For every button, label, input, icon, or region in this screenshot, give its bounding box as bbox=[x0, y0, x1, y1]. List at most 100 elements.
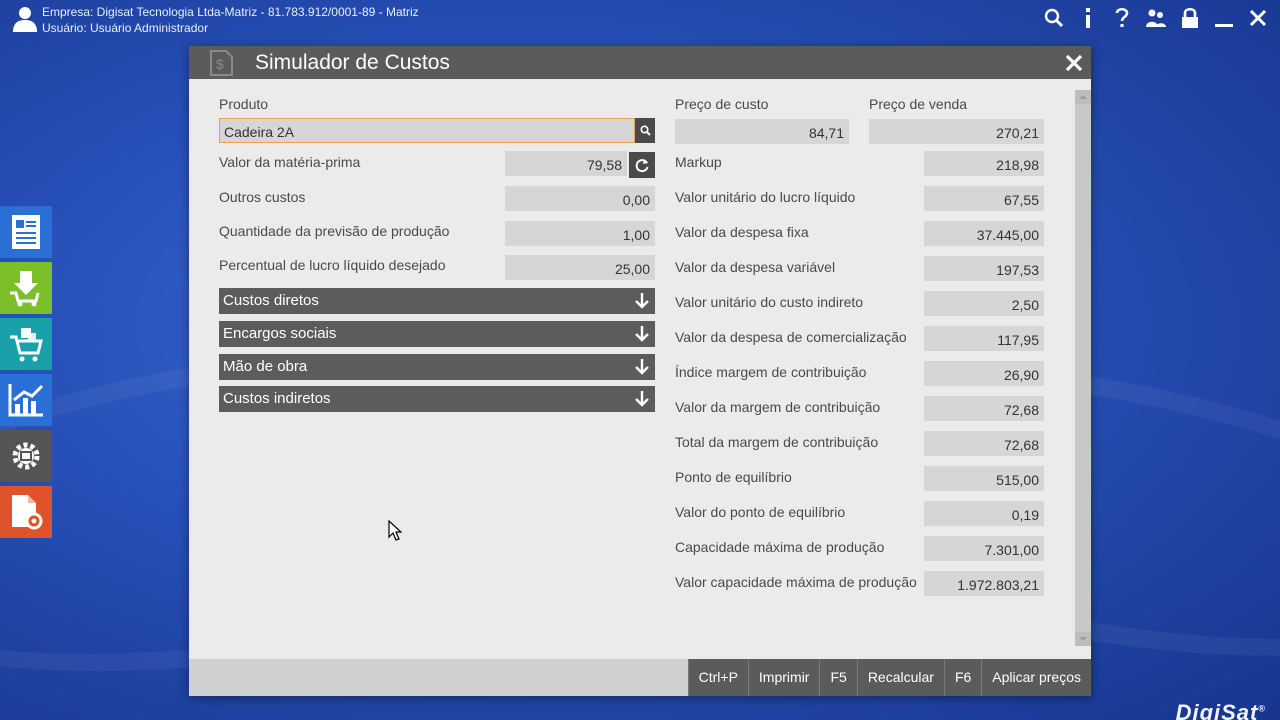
indice-margem-label: Índice margem de contribuição bbox=[675, 364, 867, 380]
brand-text: DigiSat bbox=[1175, 700, 1259, 720]
recalc-button[interactable]: Recalcular bbox=[856, 659, 944, 696]
arrow-down-icon bbox=[635, 326, 649, 342]
download-icon bbox=[10, 271, 40, 307]
lucro-desejado-field[interactable]: 25,00 bbox=[505, 255, 655, 280]
scroll-up-icon[interactable] bbox=[1075, 90, 1091, 104]
users-icon[interactable] bbox=[1142, 4, 1170, 32]
previsao-producao-label: Quantidade da previsão de produção bbox=[219, 223, 450, 239]
despesa-comercializacao-field: 117,95 bbox=[924, 326, 1044, 351]
ponto-equilibrio-label: Ponto de equilíbrio bbox=[675, 469, 792, 485]
lucro-liquido-field: 67,55 bbox=[924, 186, 1044, 211]
previsao-producao-field[interactable]: 1,00 bbox=[505, 221, 655, 246]
section-label: Custos indiretos bbox=[223, 390, 331, 407]
section-encargos-sociais[interactable]: Encargos sociais bbox=[219, 321, 655, 347]
despesa-comercializacao-label: Valor da despesa de comercialização bbox=[675, 329, 907, 345]
despesa-variavel-field: 197,53 bbox=[924, 256, 1044, 281]
capacidade-maxima-label: Capacidade máxima de produção bbox=[675, 539, 885, 555]
print-shortcut[interactable]: Ctrl+P bbox=[687, 659, 748, 696]
arrow-down-icon bbox=[635, 359, 649, 375]
preco-custo-label: Preço de custo bbox=[675, 96, 769, 112]
section-label: Custos diretos bbox=[223, 292, 319, 309]
window-titlebar: $ Simulador de Custos bbox=[189, 46, 1091, 79]
download-tile[interactable] bbox=[0, 262, 52, 314]
valor-capacidade-maxima-field: 1.972.803,21 bbox=[924, 571, 1044, 596]
section-mao-de-obra[interactable]: Mão de obra bbox=[219, 354, 655, 380]
company-info: Empresa: Digisat Tecnologia Ltda-Matriz … bbox=[42, 4, 419, 36]
mouse-cursor-icon bbox=[388, 520, 402, 541]
print-button[interactable]: Imprimir bbox=[747, 659, 820, 696]
vertical-scrollbar[interactable] bbox=[1075, 90, 1091, 646]
despesa-fixa-field: 37.445,00 bbox=[924, 221, 1044, 246]
produto-search-button[interactable] bbox=[635, 118, 655, 143]
capacidade-maxima-field: 7.301,00 bbox=[924, 536, 1044, 561]
user-icon bbox=[13, 7, 37, 32]
brand-logo: DigiSat® bbox=[1176, 700, 1266, 720]
total-margem-label: Total da margem de contribuição bbox=[675, 434, 879, 450]
outros-custos-label: Outros custos bbox=[219, 189, 306, 205]
refresh-icon bbox=[635, 159, 649, 173]
settings-gear-icon bbox=[12, 442, 40, 470]
section-label: Encargos sociais bbox=[223, 325, 337, 342]
markup-field: 218,98 bbox=[924, 151, 1044, 176]
window-close-icon[interactable] bbox=[1061, 50, 1087, 76]
produto-input[interactable]: Cadeira 2A bbox=[219, 118, 635, 143]
settings-tile[interactable] bbox=[0, 430, 52, 482]
document-tile[interactable] bbox=[0, 206, 52, 258]
valor-capacidade-maxima-label: Valor capacidade máxima de produção bbox=[675, 574, 917, 590]
side-launcher bbox=[0, 206, 52, 542]
footer-actions: Ctrl+P Imprimir F5 Recalcular F6 Aplicar… bbox=[687, 659, 1091, 696]
help-icon[interactable] bbox=[1108, 4, 1136, 32]
search-icon bbox=[639, 125, 651, 136]
produto-label: Produto bbox=[219, 96, 269, 112]
preco-venda-field: 270,21 bbox=[869, 119, 1044, 144]
file-settings-icon bbox=[12, 495, 43, 530]
lock-icon[interactable] bbox=[1176, 4, 1204, 32]
cart-icon bbox=[10, 328, 43, 362]
svg-text:$: $ bbox=[216, 56, 224, 72]
apply-prices-button[interactable]: Aplicar preços bbox=[981, 659, 1091, 696]
recalc-shortcut[interactable]: F5 bbox=[819, 659, 857, 696]
close-icon[interactable] bbox=[1244, 4, 1272, 32]
ponto-equilibrio-field: 515,00 bbox=[924, 466, 1044, 491]
minimize-icon[interactable] bbox=[1210, 4, 1238, 32]
custo-indireto-label: Valor unitário do custo indireto bbox=[675, 294, 864, 310]
markup-label: Markup bbox=[675, 154, 722, 170]
file-settings-tile[interactable] bbox=[0, 486, 52, 538]
section-label: Mão de obra bbox=[223, 358, 308, 375]
outros-custos-field[interactable]: 0,00 bbox=[505, 186, 655, 211]
window-title: Simulador de Custos bbox=[255, 51, 450, 74]
section-custos-indiretos[interactable]: Custos indiretos bbox=[219, 386, 655, 412]
refresh-button[interactable] bbox=[629, 152, 655, 178]
top-bar: Empresa: Digisat Tecnologia Ltda-Matriz … bbox=[0, 0, 1280, 40]
cost-simulator-window: $ Simulador de Custos Produto Cadeira 2A… bbox=[189, 46, 1091, 696]
lucro-desejado-label: Percentual de lucro líquido desejado bbox=[219, 257, 446, 273]
valor-margem-field: 72,68 bbox=[924, 396, 1044, 421]
window-body: Produto Cadeira 2A Valor da matéria-prim… bbox=[199, 90, 1091, 648]
valor-margem-label: Valor da margem de contribuição bbox=[675, 399, 881, 415]
valor-ponto-equilibrio-field: 0,19 bbox=[924, 501, 1044, 526]
indice-margem-field: 26,90 bbox=[924, 361, 1044, 386]
section-custos-diretos[interactable]: Custos diretos bbox=[219, 288, 655, 314]
document-icon bbox=[12, 215, 40, 249]
dollar-document-icon: $ bbox=[210, 50, 233, 76]
cart-tile[interactable] bbox=[0, 318, 52, 370]
apply-shortcut[interactable]: F6 bbox=[943, 659, 982, 696]
despesa-fixa-label: Valor da despesa fixa bbox=[675, 224, 809, 240]
info-icon[interactable] bbox=[1074, 4, 1102, 32]
despesa-variavel-label: Valor da despesa variável bbox=[675, 259, 836, 275]
preco-custo-field: 84,71 bbox=[675, 119, 849, 144]
valor-ponto-equilibrio-label: Valor do ponto de equilíbrio bbox=[675, 504, 846, 520]
arrow-down-icon bbox=[635, 293, 649, 309]
materia-prima-label: Valor da matéria-prima bbox=[219, 154, 361, 170]
preco-venda-label: Preço de venda bbox=[869, 96, 968, 112]
lucro-liquido-label: Valor unitário do lucro líquido bbox=[675, 189, 856, 205]
scroll-down-icon[interactable] bbox=[1075, 632, 1091, 646]
chart-icon bbox=[8, 384, 44, 417]
arrow-down-icon bbox=[635, 391, 649, 407]
top-toolbar bbox=[1040, 4, 1272, 32]
search-icon[interactable] bbox=[1040, 4, 1068, 32]
materia-prima-field[interactable]: 79,58 bbox=[505, 151, 627, 176]
total-margem-field: 72,68 bbox=[924, 431, 1044, 456]
custo-indireto-field: 2,50 bbox=[924, 291, 1044, 316]
chart-tile[interactable] bbox=[0, 374, 52, 426]
